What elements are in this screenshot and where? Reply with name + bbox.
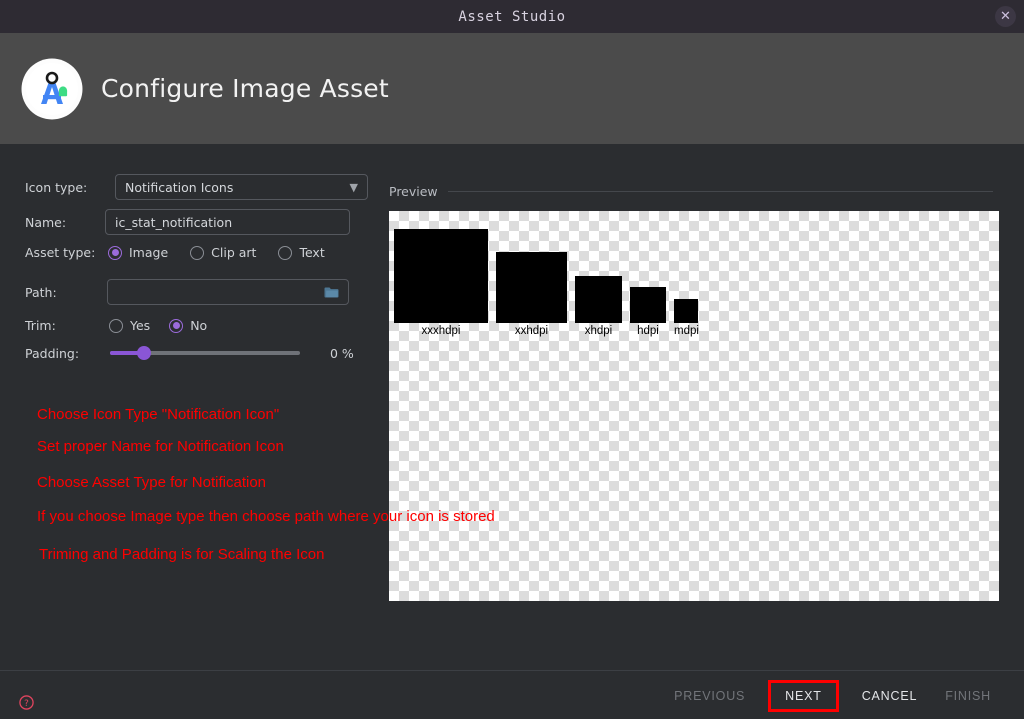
trim-label: Trim: [25, 318, 109, 333]
path-row: Path: [25, 279, 349, 305]
density-swatch-cell: mdpi [674, 299, 699, 337]
asset-type-radio-text[interactable]: Text [278, 245, 324, 260]
name-label: Name: [25, 215, 105, 230]
trim-option-label: Yes [130, 318, 150, 333]
padding-label: Padding: [25, 346, 110, 361]
asset-type-radio-clip-art[interactable]: Clip art [190, 245, 256, 260]
path-label: Path: [25, 285, 107, 300]
annotation-line-5: Triming and Padding is for Scaling the I… [39, 546, 324, 563]
asset-studio-dialog: Asset Studio ✕ Configure Image Asset Ico… [0, 0, 1024, 719]
help-circle-icon[interactable]: ? [19, 695, 34, 710]
density-swatch [496, 252, 567, 323]
annotation-line-2: Set proper Name for Notification Icon [37, 438, 284, 455]
name-row: Name: ic_stat_notification [25, 209, 350, 235]
dialog-body: Icon type: Notification Icons ▼ Name: ic… [0, 144, 1024, 670]
close-icon[interactable]: ✕ [995, 6, 1016, 27]
density-swatch-row: xxxhdpi xxhdpi xhdpi hdpi mdpi [394, 222, 707, 337]
density-swatch-label: hdpi [637, 325, 659, 337]
name-input[interactable]: ic_stat_notification [105, 209, 350, 235]
name-input-value: ic_stat_notification [115, 215, 232, 230]
preview-label: Preview [389, 184, 438, 199]
density-swatch [674, 299, 698, 323]
density-swatch [575, 276, 622, 323]
dialog-header: Configure Image Asset [0, 33, 1024, 144]
density-swatch-cell: xhdpi [575, 276, 622, 337]
trim-option-label: No [190, 318, 207, 333]
title-bar: Asset Studio ✕ [0, 0, 1024, 33]
density-swatch-label: xxxhdpi [422, 325, 461, 337]
radio-icon [190, 246, 204, 260]
density-swatch [630, 287, 666, 323]
radio-icon [278, 246, 292, 260]
slider-thumb[interactable] [137, 346, 151, 360]
density-swatch-label: mdpi [674, 325, 699, 337]
preview-divider [448, 191, 993, 192]
density-swatch [394, 229, 488, 323]
footer-button-next[interactable]: NEXT [771, 683, 836, 709]
configuration-form: Icon type: Notification Icons ▼ Name: ic… [0, 144, 388, 670]
radio-icon [169, 319, 183, 333]
trim-radio-no[interactable]: No [169, 318, 207, 333]
svg-text:?: ? [24, 699, 29, 709]
padding-slider[interactable] [110, 345, 300, 361]
radio-icon [108, 246, 122, 260]
annotation-line-4: If you choose Image type then choose pat… [37, 508, 495, 525]
path-input[interactable] [107, 279, 349, 305]
density-swatch-cell: hdpi [630, 287, 666, 337]
density-swatch-cell: xxxhdpi [394, 229, 488, 337]
radio-icon [109, 319, 123, 333]
footer-button-finish: FINISH [931, 683, 1005, 709]
density-swatch-label: xxhdpi [515, 325, 548, 337]
footer-button-previous: PREVIOUS [660, 683, 759, 709]
page-title: Configure Image Asset [101, 74, 389, 103]
asset-type-option-label: Clip art [211, 245, 256, 260]
android-studio-logo-icon [23, 60, 81, 118]
icon-type-label: Icon type: [25, 180, 115, 195]
preview-header: Preview [389, 184, 993, 199]
density-swatch-cell: xxhdpi [496, 252, 567, 337]
annotation-line-1: Choose Icon Type "Notification Icon" [37, 406, 279, 423]
icon-type-select[interactable]: Notification Icons ▼ [115, 174, 368, 200]
trim-row: Trim: Yes No [25, 318, 207, 333]
asset-type-row: Asset type: Image Clip art Text [25, 245, 325, 260]
asset-type-radio-image[interactable]: Image [108, 245, 168, 260]
asset-type-label: Asset type: [25, 245, 108, 260]
padding-row: Padding: 0 % [25, 345, 354, 361]
icon-type-row: Icon type: Notification Icons ▼ [25, 174, 368, 200]
dialog-footer: ? PREVIOUS NEXT CANCELFINISH [0, 670, 1024, 719]
folder-icon[interactable] [324, 286, 339, 299]
footer-button-group: PREVIOUS NEXT CANCELFINISH [660, 671, 1005, 719]
trim-radio-yes[interactable]: Yes [109, 318, 150, 333]
chevron-down-icon: ▼ [350, 181, 358, 194]
density-swatch-label: xhdpi [585, 325, 613, 337]
window-title: Asset Studio [458, 9, 565, 25]
icon-type-value: Notification Icons [125, 180, 233, 195]
footer-button-cancel[interactable]: CANCEL [848, 683, 932, 709]
annotation-line-3: Choose Asset Type for Notification [37, 474, 266, 491]
asset-type-option-label: Image [129, 245, 168, 260]
asset-type-option-label: Text [299, 245, 324, 260]
preview-canvas: xxxhdpi xxhdpi xhdpi hdpi mdpi [389, 211, 999, 601]
padding-value: 0 % [330, 346, 354, 361]
